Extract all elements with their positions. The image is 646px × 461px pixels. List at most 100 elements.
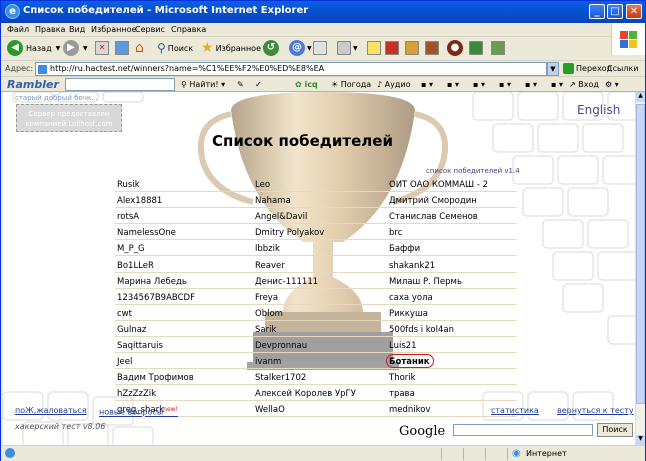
menu-favorites[interactable]: Избранное [91, 25, 136, 34]
winner-name-2: Devpronnau [255, 341, 308, 351]
winner-name-3: Станислав Семенов [389, 212, 478, 223]
rambler-settings-icon[interactable]: ⚙ ▾ [605, 80, 619, 89]
toolbar-extra-3[interactable] [425, 38, 439, 58]
status-cell [463, 448, 485, 460]
maximize-button[interactable]: □ [607, 4, 623, 19]
rambler-audio-button[interactable]: ♪ Аудио [377, 80, 411, 89]
mail-button[interactable]: @ ▼ [289, 38, 312, 58]
forward-button[interactable]: ▶ ▼ [63, 38, 88, 58]
menu-bar: Файл Правка Вид Избранное Сервис Справка [1, 23, 645, 37]
rambler-highlight-icon[interactable]: ✓ [255, 80, 262, 89]
complain-link[interactable]: поЖ,жаловаться [15, 406, 87, 415]
winner-name-1: Bo1LLeR [117, 260, 154, 271]
minimize-button[interactable]: _ [589, 4, 605, 19]
table-row: Saqittaruis Devpronnau Luis21 [115, 337, 517, 353]
stop-button[interactable]: ✕ [95, 38, 109, 58]
winner-name-2: Sarik [255, 324, 277, 335]
winner-name-1: Rusik [117, 180, 140, 190]
hosting-ad-banner[interactable]: Сервер предоставлен компанией Lolihost.c… [16, 104, 122, 132]
new-questions-link[interactable]: новые вопросыnew! [99, 406, 178, 417]
links-button[interactable]: Ссылки [607, 64, 638, 73]
home-button[interactable]: ⌂ [135, 38, 144, 58]
rambler-search-input[interactable] [65, 78, 175, 91]
menu-file[interactable]: Файл [7, 25, 29, 34]
rambler-find-button[interactable]: ⚲ Найти! ▾ [181, 80, 225, 89]
rambler-login-button[interactable]: ↗ Вход [569, 80, 599, 89]
globe-icon: ◉ [512, 448, 521, 459]
new-badge: new! [163, 406, 178, 413]
history-icon: ↺ [263, 40, 279, 56]
zone-label: Интернет [526, 449, 567, 458]
rambler-icq-label: icq [304, 80, 318, 89]
favorites-label: Избранное [215, 43, 261, 53]
rambler-logo[interactable]: Rambler [7, 78, 59, 91]
internet-zone: ◉ Интернет [507, 448, 637, 460]
google-search-button[interactable]: Поиск [597, 423, 633, 437]
menu-tools[interactable]: Сервис [135, 25, 165, 34]
rambler-icq-button[interactable]: ✿ icq [295, 80, 318, 89]
table-row: Gulnaz Sarik 500fds i kol4an [115, 321, 517, 337]
rambler-more-icon[interactable]: ▪ ▾ [551, 80, 563, 89]
menu-help[interactable]: Справка [171, 25, 206, 34]
rambler-games-icon[interactable]: ▪ ▾ [499, 80, 511, 89]
toolbar-extra-2[interactable] [405, 38, 419, 58]
winner-name-1: Saqittaruis [117, 341, 163, 351]
winner-name-3: shakank21 [389, 260, 436, 271]
refresh-button[interactable] [115, 38, 129, 58]
winner-name-3: Милаш Р. Пермь [389, 276, 462, 287]
rambler-news-icon[interactable]: ▪ ▾ [421, 80, 433, 89]
winner-name-1: rotsA [117, 212, 140, 223]
close-button[interactable]: ✕ [626, 4, 642, 19]
scroll-down-arrow-icon[interactable]: ▼ [636, 435, 645, 445]
favorites-button[interactable]: ★ Избранное [201, 38, 261, 58]
table-row: Jeel ivanm Ботаник [115, 353, 517, 370]
top-link[interactable]: старый добрый бочк... [15, 94, 98, 102]
print-icon [313, 41, 327, 55]
english-language-link[interactable]: English [577, 103, 620, 117]
toolbar-extra-4[interactable]: ● [447, 38, 463, 58]
address-input[interactable]: http://ru.hactest.net/winners?name=%C1%E… [35, 62, 547, 76]
scrollbar-thumb[interactable] [636, 104, 645, 404]
menu-view[interactable]: Вид [69, 25, 85, 34]
winner-name-1: Jeel [117, 357, 133, 368]
address-dropdown-button[interactable]: ▼ [547, 62, 559, 76]
table-row: Марина Лебедь Денис-111111 Милаш Р. Пермь [115, 273, 517, 289]
notes-button[interactable] [367, 38, 381, 58]
plugin-icon [425, 41, 439, 55]
status-cell [485, 448, 507, 460]
history-button[interactable]: ↺ [263, 38, 279, 58]
menu-edit[interactable]: Правка [35, 25, 65, 34]
version-link[interactable]: список победителей v1.4 [426, 167, 520, 175]
go-button[interactable]: Переход [563, 63, 612, 74]
statistics-link[interactable]: статистика [491, 406, 539, 415]
table-row: 1234567В9ABCDF Freya саха уола [115, 289, 517, 305]
edit-button[interactable]: ▼ [337, 38, 358, 58]
winner-name-2: Oblom [255, 308, 283, 319]
rambler-mail-icon[interactable]: ▪ ▾ [447, 80, 459, 89]
winner-name-2: Leo [255, 180, 271, 190]
toolbar-extra-1[interactable] [385, 38, 399, 58]
rambler-photo-icon[interactable]: ▪ ▾ [473, 80, 485, 89]
title-bar: e Список победителей - Microsoft Interne… [1, 1, 645, 23]
toolbar-extra-5[interactable] [469, 38, 483, 58]
rambler-login-label: Вход [578, 80, 599, 89]
winner-name-3: Баффи [389, 244, 421, 255]
table-row: cwt Oblom Риккушa [115, 305, 517, 321]
back-button[interactable]: ◀ Назад ▼ [7, 38, 60, 58]
search-label: Поиск [167, 43, 194, 53]
print-button[interactable] [313, 38, 327, 58]
winner-name-2: Reaver [255, 260, 285, 271]
scroll-up-arrow-icon[interactable]: ▲ [636, 92, 645, 102]
toolbar-extra-6[interactable] [491, 38, 505, 58]
google-search-input[interactable] [453, 424, 593, 436]
search-button[interactable]: ⚲ Поиск [157, 38, 193, 58]
rambler-pencil-icon[interactable]: ✎ [237, 80, 244, 89]
winner-name-3: brc [389, 228, 403, 239]
back-to-test-link[interactable]: вернуться к тесту [557, 406, 634, 415]
rambler-top-icon[interactable]: ▪ ▾ [525, 80, 537, 89]
standard-toolbar: ◀ Назад ▼ ▶ ▼ ✕ ⌂ ⚲ Поиск ★ Избранное ↺ … [1, 37, 611, 59]
winner-name-2: Freya [255, 292, 279, 303]
vertical-scrollbar[interactable]: ▲ ▼ [635, 92, 645, 445]
rambler-weather-button[interactable]: ☀ Погода [331, 80, 371, 89]
winner-name-3: Дмитрий Смородин [389, 196, 477, 207]
